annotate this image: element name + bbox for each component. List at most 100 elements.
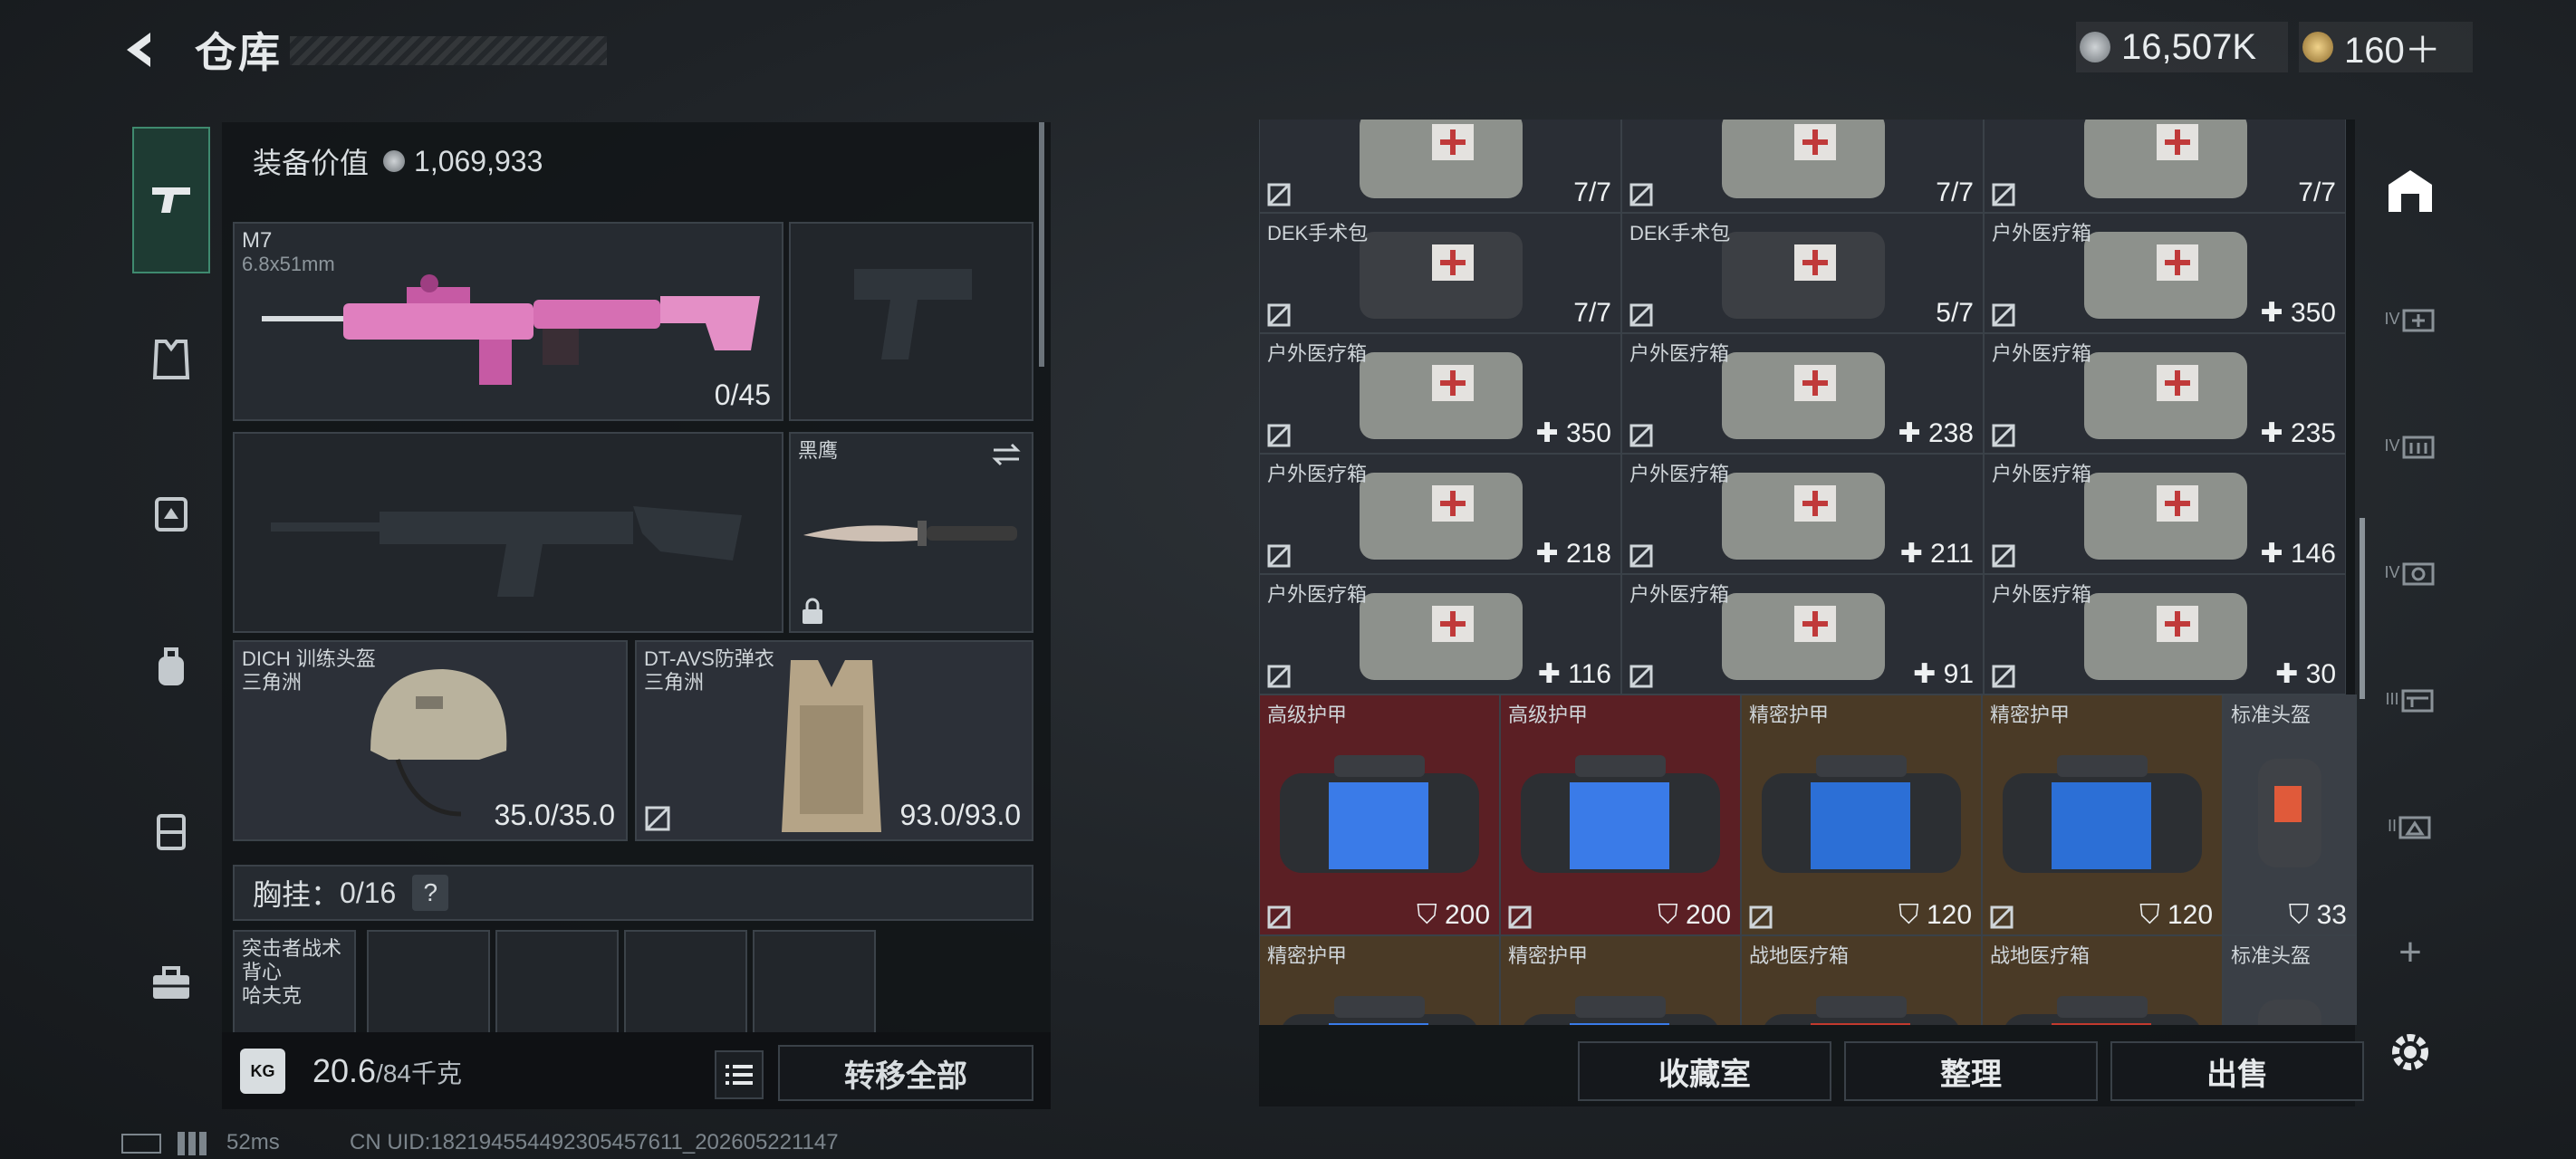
stash-item[interactable]: 7/7 — [1259, 120, 1621, 213]
vest-icon — [152, 340, 190, 379]
stash-item[interactable]: 户外医疗箱 ✚ 350 — [1259, 333, 1621, 454]
backpack-origin: 哈夫克 — [242, 984, 303, 1007]
stash-item[interactable]: 7/7 — [1984, 120, 2346, 213]
second-primary-slot[interactable] — [233, 432, 783, 633]
stash-tab-iv-1[interactable]: IV — [2371, 283, 2449, 355]
stash-item[interactable]: 户外医疗箱 ✚ 116 — [1259, 574, 1621, 694]
sell-button[interactable]: 出售 — [2110, 1041, 2364, 1101]
item-name: 户外医疗箱 — [1992, 222, 2092, 244]
stash-tab-iii[interactable]: III — [2371, 663, 2449, 735]
primary-weapon-name: M7 — [242, 228, 273, 253]
stash-item[interactable]: 标准头盔 ⛉ 33 — [2223, 694, 2357, 935]
stash-item[interactable]: 户外医疗箱 ✚ 238 — [1621, 333, 1984, 454]
swap-icon[interactable] — [990, 441, 1023, 468]
stash-item[interactable]: 精密护甲 — [1259, 935, 1500, 1025]
stash-tab-iv-2[interactable]: IV — [2371, 409, 2449, 482]
tier-label: IV — [2384, 436, 2400, 455]
rail-weapons[interactable] — [132, 127, 210, 273]
stash-item[interactable]: 户外医疗箱 ✚ 235 — [1984, 333, 2346, 454]
item-durability: ⛉ 120 — [2139, 900, 2213, 930]
medkit-icon — [1722, 232, 1885, 319]
weight-max: /84千克 — [376, 1059, 463, 1087]
rail-backpack[interactable] — [132, 627, 210, 708]
backpack-slot[interactable]: 突击者战术背心 哈夫克 — [233, 930, 356, 1048]
stash-overview-tab[interactable] — [2371, 156, 2449, 228]
stash-item[interactable]: DEK手术包 5/7 — [1621, 213, 1984, 333]
primary-weapon-slot[interactable]: M7 6.8x51mm 0/45 — [233, 222, 783, 421]
help-icon[interactable]: ? — [412, 875, 449, 911]
no-sell-icon — [1267, 424, 1291, 447]
stash-item[interactable]: 7/7 — [1621, 120, 1984, 213]
stash-item[interactable]: 户外医疗箱 ✚ 350 — [1984, 213, 2346, 333]
ping-readout: 52ms — [226, 1130, 280, 1154]
backpack-icon — [159, 647, 184, 685]
case-tab-icon — [2398, 816, 2431, 839]
sort-button[interactable]: 整理 — [1844, 1041, 2098, 1101]
rail-case[interactable] — [132, 790, 210, 871]
rig-slot-1[interactable] — [367, 930, 490, 1048]
chest-rig-icon — [155, 497, 187, 532]
chest-rig-bar[interactable]: 胸挂： 0/16 ? — [233, 865, 1033, 921]
gold-currency[interactable]: 160＋ — [2299, 22, 2473, 72]
settings-button[interactable] — [2371, 1016, 2449, 1088]
stash-item[interactable]: 户外医疗箱 ✚ 146 — [1984, 454, 2346, 574]
secondary-weapon-slot[interactable] — [789, 222, 1033, 421]
stash-item[interactable]: 标准头盔 — [2223, 935, 2357, 1025]
item-name: 户外医疗箱 — [1629, 583, 1730, 606]
medkit-icon — [2084, 593, 2247, 680]
weight-icon: KG — [240, 1049, 285, 1094]
silver-amount: 16,507K — [2121, 26, 2257, 67]
stash-item[interactable]: 战地医疗箱 — [1741, 935, 1982, 1025]
chest-rig-label: 胸挂： — [253, 878, 341, 911]
collection-button[interactable]: 收藏室 — [1578, 1041, 1831, 1101]
medkit-icon — [1360, 352, 1523, 439]
list-icon[interactable] — [715, 1050, 764, 1099]
stash-item[interactable]: 精密护甲 — [1500, 935, 1741, 1025]
stash-tab-ii[interactable]: II — [2371, 790, 2449, 862]
stash-item[interactable]: 高级护甲 ⛉ 200 — [1500, 694, 1741, 935]
rig-slot-2[interactable] — [495, 930, 619, 1048]
item-quantity: ✚ 350 — [2260, 298, 2336, 328]
armor-slot[interactable]: DT-AVS防弹衣 三角洲 93.0/93.0 — [635, 640, 1033, 841]
stash-item[interactable]: 户外医疗箱 ✚ 30 — [1984, 574, 2346, 694]
stash-item[interactable]: 户外医疗箱 ✚ 91 — [1621, 574, 1984, 694]
rifle-icon — [262, 274, 760, 385]
transfer-all-button[interactable]: 转移全部 — [778, 1045, 1033, 1101]
armor-bag-icon — [1521, 755, 1720, 873]
stash-item[interactable]: 高级护甲 ⛉ 200 — [1259, 694, 1500, 935]
medkit-icon — [2084, 352, 2247, 439]
backpack-name: 突击者战术背心 — [242, 937, 342, 983]
rig-slot-4[interactable] — [753, 930, 876, 1048]
item-quantity: ✚ 116 — [1537, 659, 1611, 689]
medkit-icon — [2084, 232, 2247, 319]
stash-tab-iv-3[interactable]: IV — [2371, 536, 2449, 608]
stash-item[interactable]: 精密护甲 ⛉ 120 — [1741, 694, 1982, 935]
stash-item[interactable]: 户外医疗箱 ✚ 211 — [1621, 454, 1984, 574]
weight-current: 20.6 — [312, 1052, 377, 1089]
no-sell-icon — [1267, 303, 1291, 327]
helmet-item-icon — [2258, 759, 2321, 867]
rig-slot-3[interactable] — [624, 930, 747, 1048]
stash-item[interactable]: 精密护甲 ⛉ 120 — [1982, 694, 2223, 935]
rail-rig[interactable] — [132, 473, 210, 554]
add-tab-button[interactable]: + — [2371, 916, 2449, 989]
stash-item[interactable]: DEK手术包 7/7 — [1259, 213, 1621, 333]
no-sell-icon — [1629, 424, 1653, 447]
back-icon[interactable] — [118, 27, 163, 72]
stash-item[interactable]: 户外医疗箱 ✚ 218 — [1259, 454, 1621, 574]
helmet-name: DICH 训练头盔 — [242, 647, 376, 670]
helmet-slot[interactable]: DICH 训练头盔 三角洲 35.0/35.0 — [233, 640, 628, 841]
item-quantity: ✚ 91 — [1913, 659, 1974, 689]
stash-item[interactable]: 战地医疗箱 — [1982, 935, 2223, 1025]
loadout-scrollbar[interactable] — [1039, 122, 1044, 367]
armor-bag-icon — [2005, 996, 2199, 1025]
tier-label: IV — [2384, 309, 2400, 328]
rail-armor[interactable] — [132, 319, 210, 400]
warehouse-icon — [2389, 170, 2432, 212]
no-sell-icon — [1267, 183, 1291, 206]
melee-slot[interactable]: 黑鹰 — [789, 432, 1033, 633]
page-title: 仓库 — [195, 29, 282, 76]
item-name: 户外医疗箱 — [1992, 463, 2092, 485]
rail-toolbox[interactable] — [132, 943, 210, 1025]
vest-item-icon — [782, 660, 881, 832]
